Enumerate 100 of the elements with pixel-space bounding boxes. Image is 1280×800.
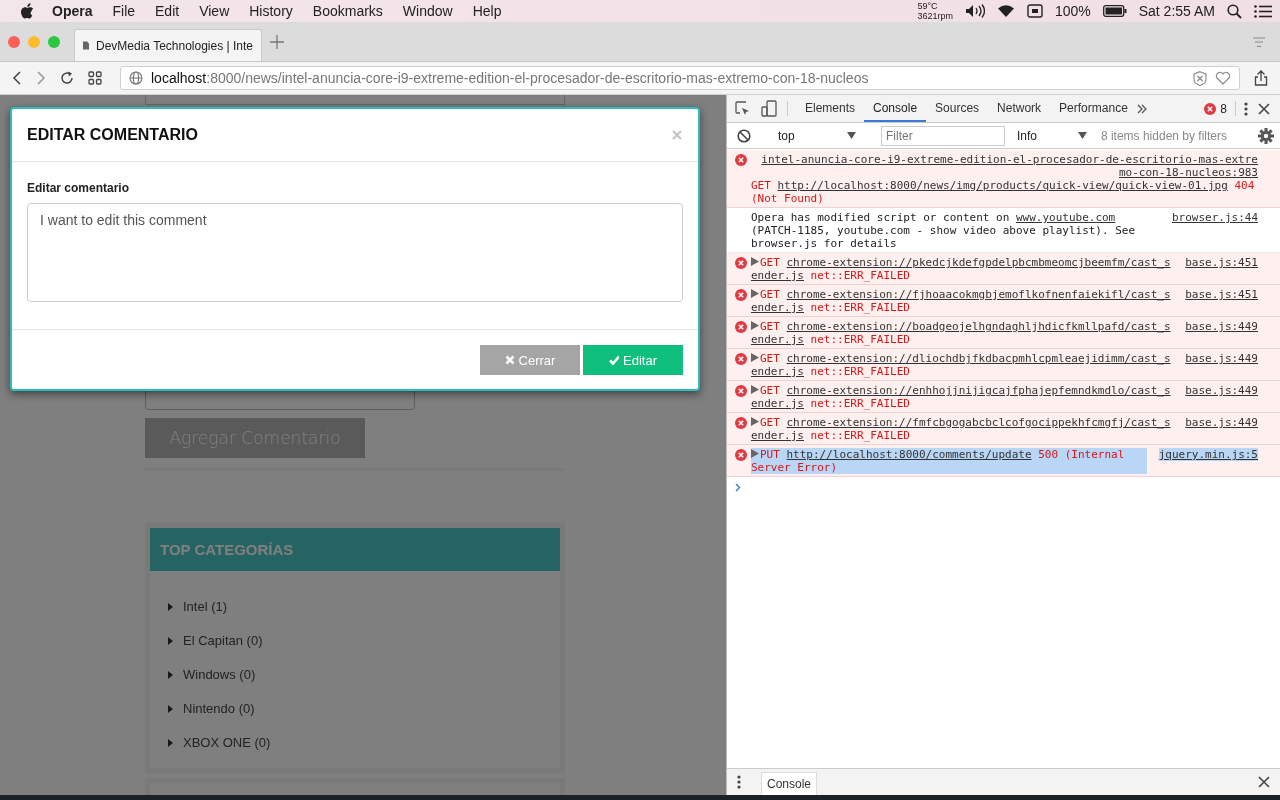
list-icon[interactable] [1254, 4, 1272, 18]
category-link[interactable]: Nintendo (0) [183, 701, 255, 716]
console-message: GET chrome-extension://fjhoaacokmgbjemoflkofnenfaiekifl/cast_sender.js net::ERR_FAILED [751, 288, 1172, 314]
category-link[interactable]: XBOX ONE (0) [183, 735, 271, 750]
source-link[interactable]: base.js:449 [1185, 320, 1258, 333]
clear-console-icon[interactable] [737, 128, 751, 143]
expand-triangle-icon[interactable] [751, 385, 759, 394]
close-icon [504, 355, 515, 365]
expand-triangle-icon[interactable] [751, 353, 759, 362]
source-link[interactable]: jquery.min.js:5 [1158, 448, 1258, 461]
error-icon [735, 385, 747, 397]
category-link[interactable]: Windows (0) [183, 667, 256, 682]
filter-field[interactable]: Filter [881, 125, 1005, 146]
field-label: Editar comentario [27, 181, 130, 195]
console-row[interactable]: intel-anuncia-core-i9-extreme-edition-el-procesador-de-escritorio-mas-extremo-con-18-nucleos:983 GET http://localhost:8000/news/img/products/quick-view/quick-view-01.jpg 404 (Not Found) [727, 150, 1280, 208]
close-icon[interactable] [1258, 776, 1270, 788]
prompt-icon [735, 483, 741, 492]
browser-tab[interactable]: DevMedia Technologies | Inte [74, 29, 262, 61]
menu-item[interactable]: File [112, 3, 136, 19]
error-icon [735, 449, 747, 461]
address-text: localhost:8000/news/intel-anuncia-core-i9-extreme-edition-el-procesador-de-escritorio-mas-extremo-con-18-nucleos [151, 70, 869, 86]
drawer-tab[interactable]: Console [761, 772, 818, 795]
more-icon[interactable] [737, 775, 741, 789]
expand-triangle-icon[interactable] [751, 417, 759, 426]
console-message: PUT http://localhost:8000/comments/update 500 (Internal Server Error) [751, 448, 1147, 474]
device-icon[interactable] [761, 100, 777, 117]
expand-triangle-icon[interactable] [751, 321, 759, 330]
console-message: GET chrome-extension://dliochdbjfkdbacpmhlcpmleaejidimm/cast_sender.js net::ERR_FAILED [751, 352, 1172, 378]
keyboard-icon[interactable] [1026, 4, 1043, 18]
menu-item[interactable]: Help [472, 3, 502, 19]
more-icon[interactable] [1244, 101, 1248, 116]
tab-title: DevMedia Technologies | Inte [96, 38, 253, 53]
devtools-tab[interactable]: Console [864, 95, 927, 122]
settings-icon[interactable] [1258, 127, 1274, 144]
expand-triangle-icon[interactable] [751, 257, 759, 266]
source-link[interactable]: base.js:449 [1185, 384, 1258, 397]
heart-icon[interactable] [1215, 71, 1231, 85]
console-row[interactable]: GET chrome-extension://boadgeojelhgndaghljhdicfkmllpafd/cast_sender.js net::ERR_FAILED base.js:449 [727, 317, 1280, 349]
app-menu[interactable]: Opera [52, 3, 93, 19]
error-icon [735, 154, 747, 166]
share-icon[interactable] [1254, 70, 1268, 86]
error-icon [735, 417, 747, 429]
console-row[interactable]: PUT http://localhost:8000/comments/update 500 (Internal Server Error) jquery.min.js:5 [727, 445, 1280, 477]
wifi-icon[interactable] [996, 4, 1015, 18]
source-link[interactable]: base.js:451 [1185, 288, 1258, 301]
inspect-icon[interactable] [735, 100, 751, 117]
fan-speed-reading: 3621rpm [917, 11, 953, 21]
console-message: GET http://localhost:8000/news/img/products/quick-view/quick-view-01.jpg 404 (Not Found) [751, 179, 1256, 205]
source-link[interactable]: base.js:449 [1185, 416, 1258, 429]
devtools-tab[interactable]: Elements [796, 95, 865, 122]
menu-item[interactable]: Window [402, 3, 453, 19]
expand-triangle-icon[interactable] [751, 289, 759, 298]
level-select[interactable]: Info [1017, 128, 1087, 143]
search-icon[interactable] [1227, 3, 1242, 19]
dropdown-arrow-icon [1078, 132, 1087, 139]
category-link[interactable]: Intel (1) [183, 599, 228, 614]
devtools-tab[interactable]: Performance [1050, 95, 1137, 122]
globe-icon [129, 71, 143, 85]
console-row[interactable]: GET chrome-extension://pkedcjkdefgpdelpbcmbmeomcjbeemfm/cast_sender.js net::ERR_FAILED base.js:451 [727, 253, 1280, 285]
forward-icon[interactable] [36, 71, 46, 85]
context-select[interactable]: top [776, 128, 856, 143]
expand-triangle-icon[interactable] [751, 449, 759, 458]
address-field[interactable]: localhost:8000/news/intel-anuncia-core-i9-extreme-edition-el-procesador-de-escritorio-mas-extremo-con-18-nucleos [120, 66, 1240, 90]
console-message: Opera has modified script or content on www.youtube.com (PATCH-1185, youtube.com - show video above playlist). See browser.js for details [751, 211, 1137, 250]
error-icon [735, 257, 747, 269]
caret-icon [168, 738, 173, 747]
caret-icon [168, 704, 173, 713]
apple-icon [20, 3, 34, 19]
devtools-tab[interactable]: Sources [926, 95, 989, 122]
console-row[interactable]: GET chrome-extension://dliochdbjfkdbacpmhlcpmleaejidimm/cast_sender.js net::ERR_FAILED base.js:449 [727, 349, 1280, 381]
close-icon[interactable] [1258, 102, 1270, 115]
menu-item[interactable]: Bookmarks [312, 3, 383, 19]
grid-icon[interactable] [88, 71, 102, 85]
hidden-items-note: 8 items hidden by filters [1100, 128, 1227, 143]
devtools-tab[interactable]: Network [988, 95, 1051, 122]
console-row[interactable]: GET chrome-extension://fmfcbgogabcbclcofgocippekhfcmgfj/cast_sender.js net::ERR_FAILED base.js:449 [727, 413, 1280, 445]
source-link[interactable]: base.js:451 [1185, 256, 1258, 269]
menu-item[interactable]: View [199, 3, 230, 19]
source-link[interactable]: base.js:449 [1185, 352, 1258, 365]
level-value: Info [1017, 128, 1037, 143]
more-tabs-icon[interactable] [1136, 103, 1147, 114]
menu-clock[interactable]: Sat 2:55 AM [1138, 3, 1215, 19]
caret-icon [168, 602, 173, 611]
volume-icon[interactable] [964, 4, 985, 18]
error-icon [1204, 102, 1217, 115]
battery-icon[interactable] [1102, 5, 1127, 17]
console-row[interactable]: GET chrome-extension://fjhoaacokmgbjemoflkofnenfaiekifl/cast_sender.js net::ERR_FAILED base.js:451 [727, 285, 1280, 317]
back-icon[interactable] [12, 71, 22, 85]
clear-icon[interactable] [1193, 70, 1207, 86]
category-link[interactable]: El Capitan (0) [183, 633, 263, 648]
source-link[interactable]: browser.js:44 [1171, 211, 1258, 224]
console-row[interactable]: GET chrome-extension://enhhojjnijigcajfphajepfemndkmdlo/cast_sender.js net::ERR_FAILED base.js:449 [727, 381, 1280, 413]
menu-item[interactable]: Edit [155, 3, 180, 19]
console-message: GET chrome-extension://enhhojjnijigcajfphajepfemndkmdlo/cast_sender.js net::ERR_FAILED [751, 384, 1172, 410]
menu-item[interactable]: History [249, 3, 293, 19]
battery-percentage: 100% [1054, 3, 1091, 19]
link[interactable]: www.youtube.com [1015, 211, 1116, 224]
reload-icon[interactable] [60, 71, 74, 85]
close-icon [672, 130, 682, 140]
comment-textarea[interactable]: I want to edit this comment [27, 203, 683, 302]
